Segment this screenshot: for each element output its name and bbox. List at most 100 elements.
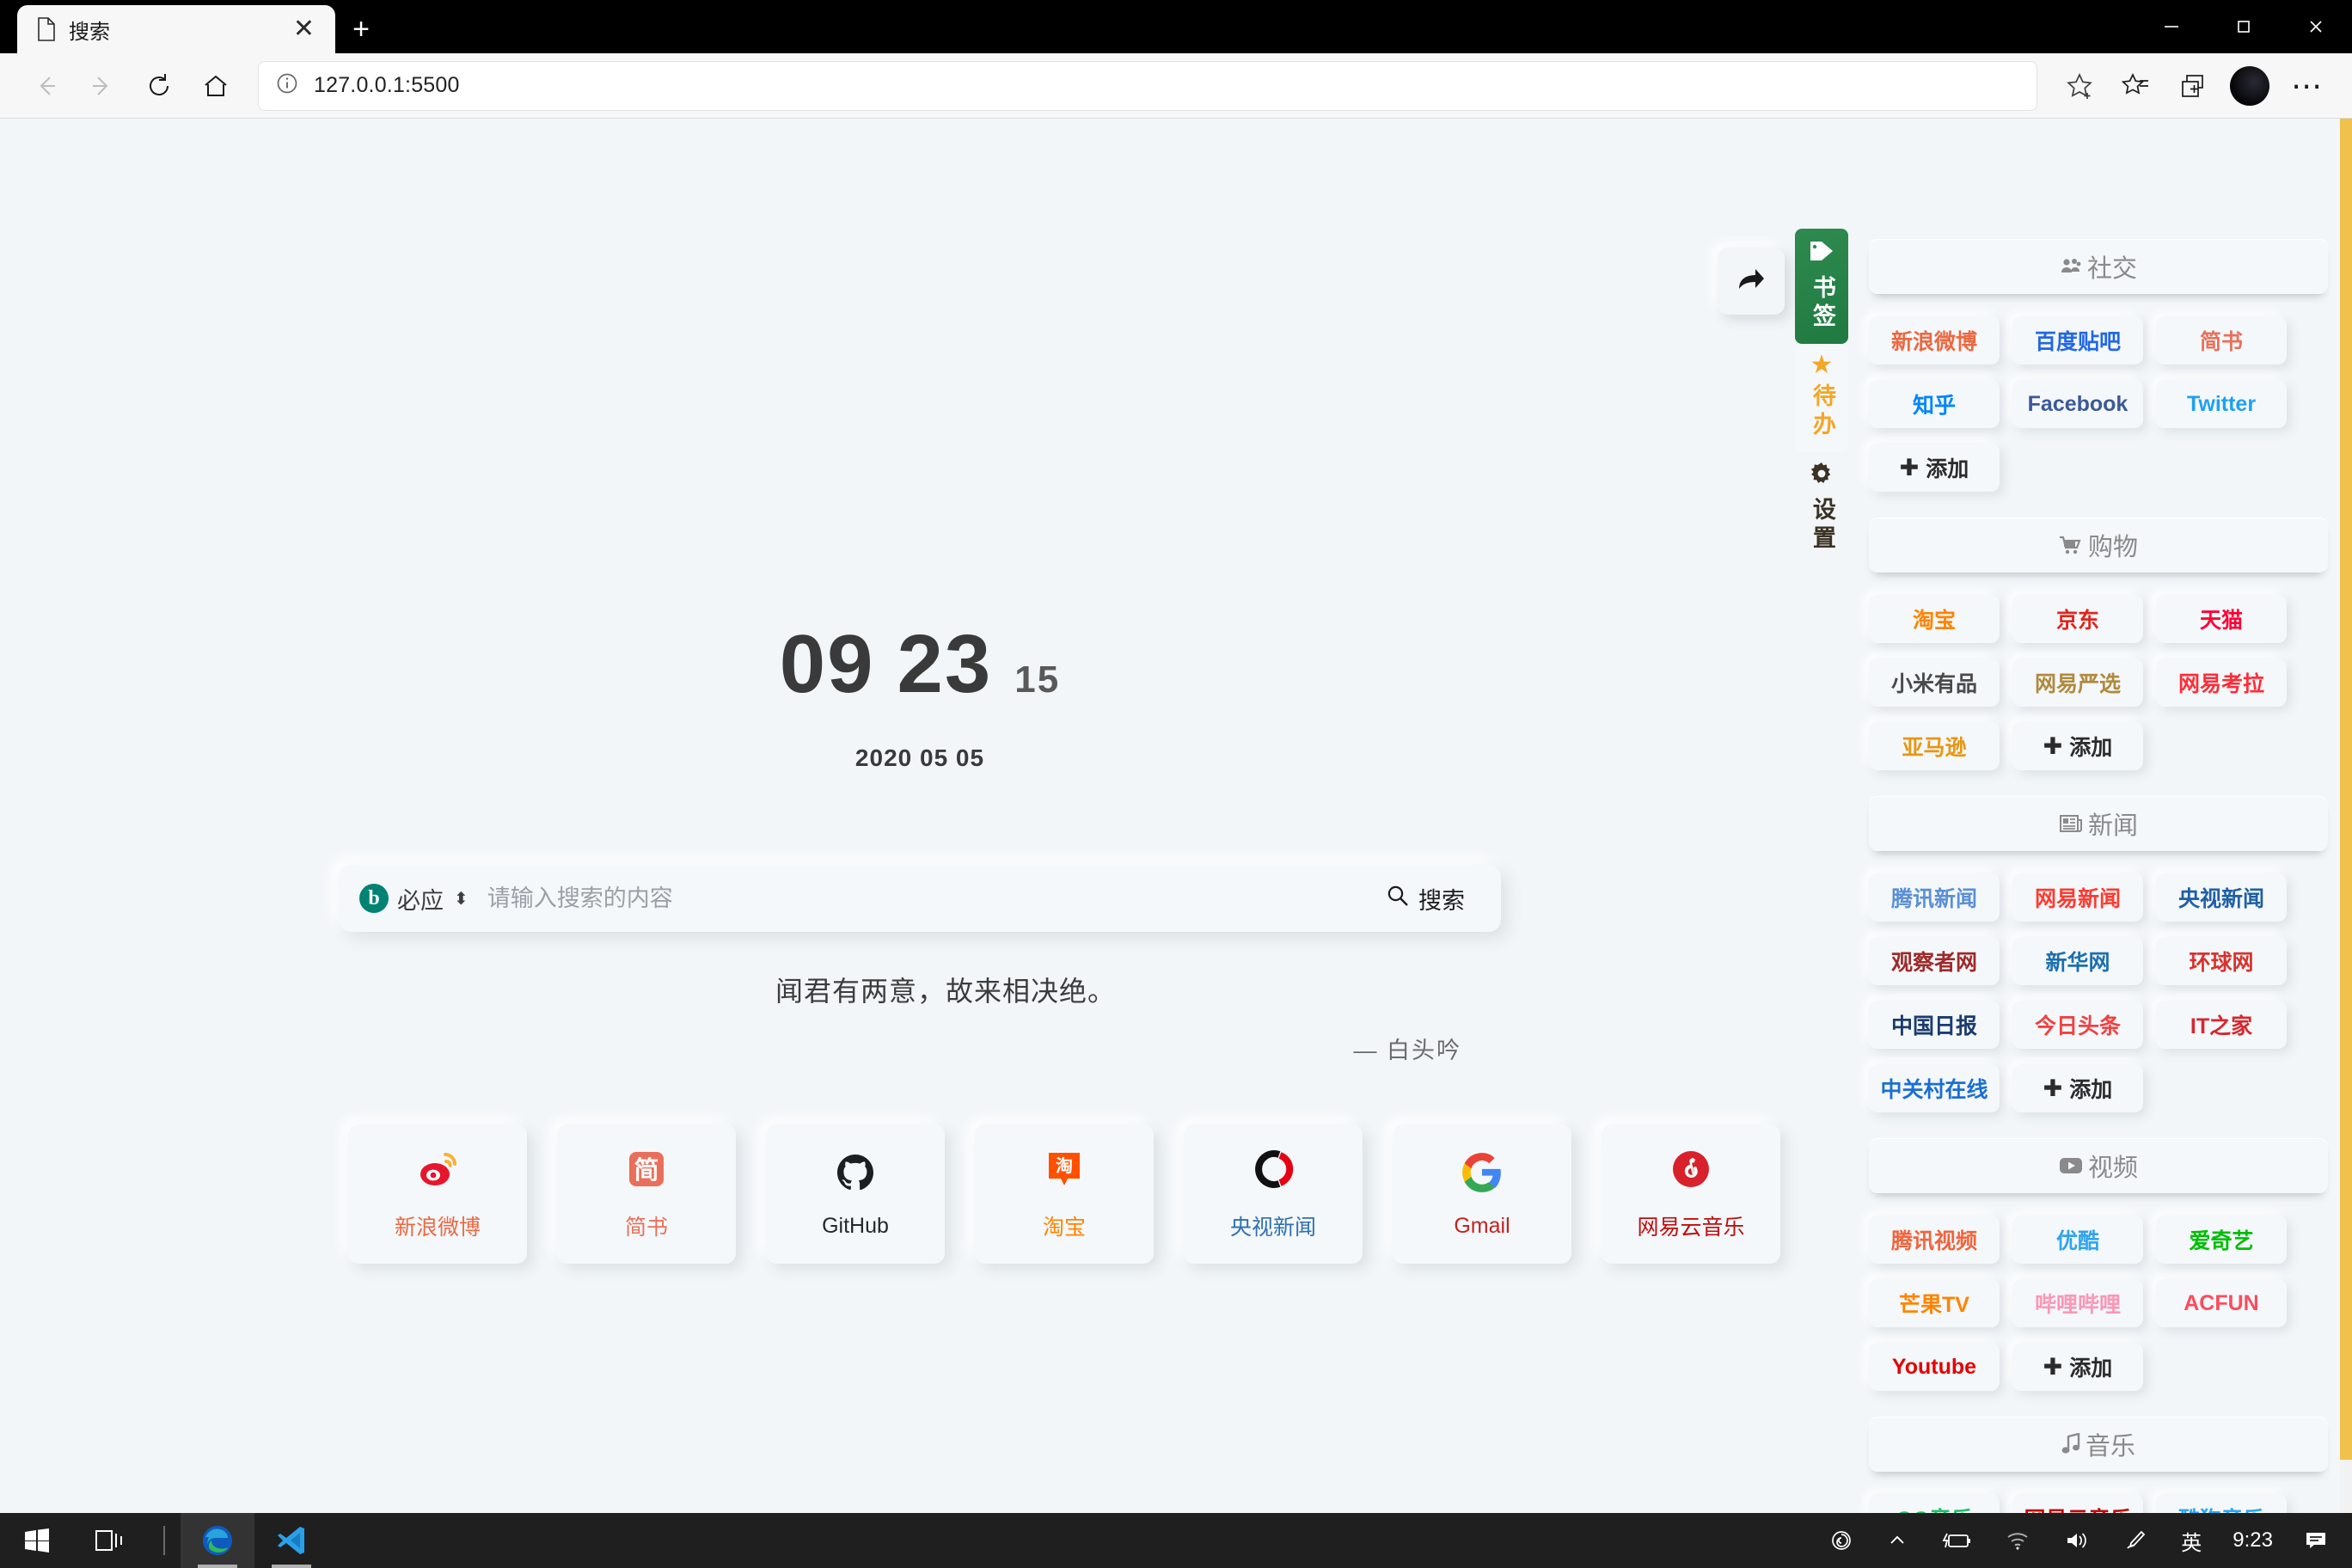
search-engine-selector[interactable]: b 必应 ⬍ bbox=[359, 882, 469, 916]
search-button[interactable]: 搜索 bbox=[1363, 872, 1487, 926]
volume-icon[interactable] bbox=[2047, 1513, 2107, 1568]
task-view-icon[interactable] bbox=[74, 1513, 148, 1568]
bookmark-link[interactable]: 亚马逊 bbox=[1869, 722, 2000, 770]
onedrive-icon[interactable] bbox=[1813, 1513, 1870, 1568]
taskbar-clock[interactable]: 9:23 bbox=[2219, 1528, 2287, 1553]
forward-button[interactable] bbox=[76, 59, 129, 113]
home-button[interactable] bbox=[189, 59, 242, 113]
share-arrow-icon bbox=[1731, 260, 1771, 303]
bookmark-group-header[interactable]: 音乐 bbox=[1869, 1417, 2328, 1472]
site-info-icon[interactable] bbox=[274, 70, 300, 101]
bookmark-group-header[interactable]: 购物 bbox=[1869, 518, 2328, 573]
plus-icon: ✚ bbox=[1900, 455, 1920, 481]
bookmark-link[interactable]: 央视新闻 bbox=[2156, 873, 2287, 922]
window-maximize-button[interactable] bbox=[2208, 0, 2280, 53]
taskbar-app-vscode[interactable] bbox=[254, 1513, 328, 1568]
tab-close-icon[interactable]: ✕ bbox=[286, 16, 322, 42]
search-input[interactable] bbox=[469, 885, 1363, 912]
bookmark-link[interactable]: ACFUN bbox=[2156, 1279, 2287, 1327]
reload-button[interactable] bbox=[132, 59, 186, 113]
page-scrollbar-track[interactable] bbox=[2340, 119, 2352, 1568]
bookmark-link[interactable]: 腾讯新闻 bbox=[1869, 873, 2000, 922]
add-bookmark-button[interactable]: ✚添加 bbox=[2012, 1064, 2143, 1112]
bookmark-link[interactable]: 优酷 bbox=[2012, 1216, 2143, 1264]
browser-tab[interactable]: 搜索 ✕ bbox=[17, 5, 335, 53]
shortcut-card[interactable]: 简 简书 bbox=[557, 1124, 736, 1264]
address-bar[interactable]: 127.0.0.1:5500 bbox=[258, 61, 2037, 111]
favorites-list-icon[interactable] bbox=[2110, 59, 2163, 113]
bookmark-group-header[interactable]: 视频 bbox=[1869, 1138, 2328, 1193]
bookmark-link[interactable]: 小米有品 bbox=[1869, 658, 2000, 707]
show-hidden-icons-chevron-icon[interactable] bbox=[1870, 1513, 1925, 1568]
bookmark-link[interactable]: 芒果TV bbox=[1869, 1279, 2000, 1327]
battery-icon[interactable] bbox=[1925, 1513, 1988, 1568]
tag-icon bbox=[1808, 237, 1835, 270]
bookmark-link[interactable]: 网易严选 bbox=[2012, 658, 2143, 707]
ime-indicator[interactable]: 英 bbox=[2164, 1513, 2219, 1568]
bookmark-link[interactable]: Twitter bbox=[2156, 380, 2287, 428]
page-scrollbar-thumb[interactable] bbox=[2340, 119, 2352, 1460]
shortcut-card[interactable]: 网易云音乐 bbox=[1602, 1124, 1780, 1264]
bookmark-link[interactable]: 观察者网 bbox=[1869, 937, 2000, 985]
bookmark-link-label: Facebook bbox=[2028, 392, 2128, 417]
start-icon[interactable] bbox=[0, 1513, 74, 1568]
add-bookmark-button[interactable]: ✚添加 bbox=[2012, 722, 2143, 770]
gear-icon bbox=[1809, 461, 1834, 492]
bookmark-link[interactable]: 天猫 bbox=[2156, 595, 2287, 643]
bookmark-link[interactable]: 新浪微博 bbox=[1869, 316, 2000, 364]
sidebar-item-todo[interactable]: ★ 待办 bbox=[1795, 344, 1848, 452]
wifi-icon[interactable] bbox=[1988, 1513, 2047, 1568]
bookmark-link[interactable]: Youtube bbox=[1869, 1343, 2000, 1391]
shortcut-card[interactable]: 淘 淘宝 bbox=[975, 1124, 1154, 1264]
bookmark-link[interactable]: 网易考拉 bbox=[2156, 658, 2287, 707]
profile-avatar[interactable] bbox=[2223, 59, 2276, 113]
bookmark-link[interactable]: 淘宝 bbox=[1869, 595, 2000, 643]
bookmark-link[interactable]: 百度贴吧 bbox=[2012, 316, 2143, 364]
bookmark-group-header[interactable]: 新闻 bbox=[1869, 796, 2328, 851]
bookmark-link[interactable]: 知乎 bbox=[1869, 380, 2000, 428]
new-tab-button[interactable]: + bbox=[335, 5, 387, 53]
share-button[interactable] bbox=[1718, 248, 1785, 315]
shortcut-card[interactable]: GitHub bbox=[766, 1124, 945, 1264]
notifications-icon[interactable] bbox=[2287, 1513, 2345, 1568]
add-bookmark-button[interactable]: ✚添加 bbox=[1869, 444, 2000, 492]
add-bookmark-button[interactable]: ✚添加 bbox=[2012, 1343, 2143, 1391]
back-button[interactable] bbox=[19, 59, 72, 113]
bookmark-link[interactable]: 爱奇艺 bbox=[2156, 1216, 2287, 1264]
bookmark-link[interactable]: Facebook bbox=[2012, 380, 2143, 428]
bookmark-link[interactable]: 腾讯视频 bbox=[1869, 1216, 2000, 1264]
bookmark-link-label: Twitter bbox=[2187, 392, 2256, 417]
shortcut-card[interactable]: 央视新闻 bbox=[1184, 1124, 1363, 1264]
bookmark-link[interactable]: 新华网 bbox=[2012, 937, 2143, 985]
github-icon bbox=[833, 1150, 878, 1195]
bookmark-link[interactable]: 中关村在线 bbox=[1869, 1064, 2000, 1112]
star-icon: ★ bbox=[1810, 352, 1834, 378]
browser-more-menu-icon[interactable]: ⋯ bbox=[2280, 59, 2333, 113]
search-box[interactable]: b 必应 ⬍ 搜索 bbox=[339, 865, 1501, 932]
add-bookmark-label: 添加 bbox=[2069, 1073, 2112, 1104]
weibo-icon bbox=[415, 1147, 460, 1191]
bookmark-link[interactable]: IT之家 bbox=[2156, 1001, 2287, 1049]
bookmark-link[interactable]: 今日头条 bbox=[2012, 1001, 2143, 1049]
collections-icon[interactable] bbox=[2166, 59, 2220, 113]
window-minimize-button[interactable] bbox=[2135, 0, 2208, 53]
sidebar-item-settings[interactable]: 设置 bbox=[1795, 452, 1848, 566]
shortcut-card[interactable]: Gmail bbox=[1393, 1124, 1571, 1264]
bookmark-link-label: 小米有品 bbox=[1891, 667, 1977, 698]
bookmark-link[interactable]: 京东 bbox=[2012, 595, 2143, 643]
chevron-updown-icon[interactable]: ⬍ bbox=[454, 888, 469, 910]
bookmark-group-title: 购物 bbox=[2088, 527, 2138, 563]
shortcut-card[interactable]: 新浪微博 bbox=[348, 1124, 527, 1264]
sidebar-item-bookmarks[interactable]: 书签 bbox=[1795, 229, 1848, 344]
add-favorite-icon[interactable] bbox=[2053, 59, 2106, 113]
pen-icon[interactable] bbox=[2107, 1513, 2164, 1568]
window-close-button[interactable] bbox=[2280, 0, 2352, 53]
taskbar-app-edge[interactable] bbox=[181, 1513, 254, 1568]
bookmark-link-label: 知乎 bbox=[1913, 389, 1956, 420]
bookmark-link[interactable]: 网易新闻 bbox=[2012, 873, 2143, 922]
bookmark-link[interactable]: 简书 bbox=[2156, 316, 2287, 364]
bookmark-link[interactable]: 环球网 bbox=[2156, 937, 2287, 985]
bookmark-link[interactable]: 哔哩哔哩 bbox=[2012, 1279, 2143, 1327]
bookmark-group-header[interactable]: 社交 bbox=[1869, 239, 2328, 294]
bookmark-link[interactable]: 中国日报 bbox=[1869, 1001, 2000, 1049]
